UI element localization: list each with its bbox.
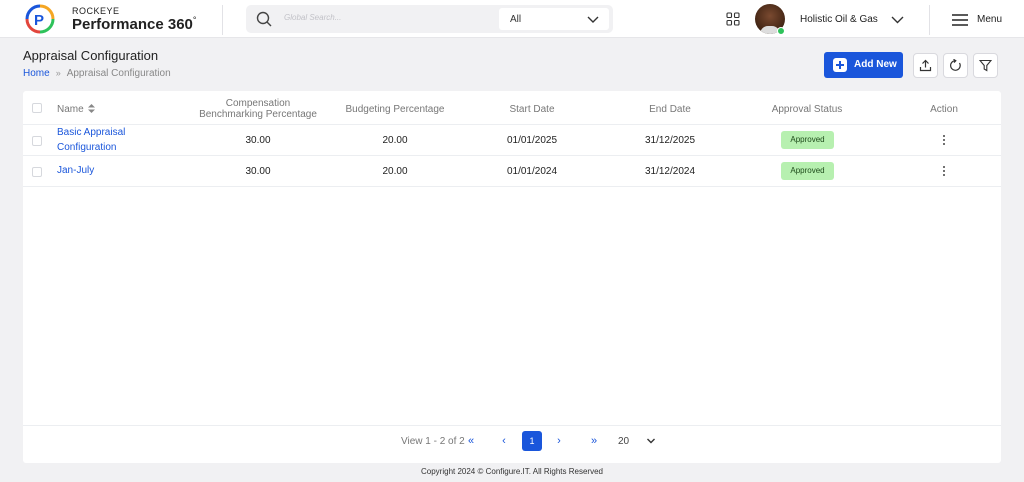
- appraisal-table-card: Name Compensation Benchmarking Percentag…: [23, 91, 1001, 463]
- pagination-summary: View 1 - 2 of 2: [401, 436, 465, 447]
- last-page-button[interactable]: »: [586, 433, 602, 449]
- apps-grid-icon[interactable]: [726, 12, 740, 26]
- breadcrumb-separator: »: [55, 68, 61, 78]
- page-1-button[interactable]: 1: [522, 431, 542, 451]
- page-size-select[interactable]: 20: [618, 436, 629, 447]
- menu-button[interactable]: Menu: [952, 12, 1012, 28]
- column-name-label: Name: [57, 104, 84, 115]
- header-divider: [929, 5, 930, 35]
- first-page-button[interactable]: «: [463, 433, 479, 449]
- page-title: Appraisal Configuration: [23, 48, 159, 63]
- start-date-cell: 01/01/2024: [506, 166, 558, 177]
- add-new-button[interactable]: Add New: [824, 52, 903, 78]
- column-header-action: Action: [930, 104, 958, 115]
- start-date-cell: 01/01/2025: [506, 135, 558, 146]
- appraisal-name-line1: Basic Appraisal: [57, 127, 126, 138]
- column-header-approval-status: Approval Status: [771, 104, 843, 115]
- budgeting-cell: 20.00: [382, 166, 408, 177]
- end-date-cell: 31/12/2024: [644, 166, 696, 177]
- column-header-start-date: Start Date: [509, 104, 555, 115]
- pagination-divider: [23, 425, 1001, 426]
- search-scope-select[interactable]: All: [499, 8, 609, 30]
- end-date-cell: 31/12/2025: [644, 135, 696, 146]
- column-compensation-line2: Benchmarking Percentage: [199, 109, 317, 120]
- online-status-dot: [777, 27, 785, 35]
- table-row: Basic Appraisal Configuration 30.00 20.0…: [23, 125, 1001, 156]
- top-bar: P ROCKEYE Performance 360° Global Search…: [0, 0, 1024, 38]
- svg-text:P: P: [34, 12, 44, 29]
- upload-icon: [919, 59, 932, 72]
- plus-icon: [833, 58, 847, 72]
- column-header-compensation: Compensation Benchmarking Percentage: [193, 98, 323, 120]
- prev-page-button[interactable]: ‹: [496, 433, 512, 449]
- column-compensation-line1: Compensation: [225, 98, 291, 109]
- add-new-label: Add New: [854, 59, 897, 70]
- brand-name-text: Performance 360: [72, 16, 193, 33]
- hamburger-icon: [952, 14, 968, 26]
- status-badge: Approved: [781, 162, 834, 180]
- status-badge: Approved: [781, 131, 834, 149]
- breadcrumb: Home » Appraisal Configuration: [23, 68, 171, 79]
- global-search: Global Search... All: [246, 5, 613, 33]
- filter-button[interactable]: [973, 53, 998, 78]
- header-divider: [222, 5, 223, 35]
- breadcrumb-current: Appraisal Configuration: [66, 68, 171, 79]
- select-all-checkbox[interactable]: [32, 103, 42, 113]
- compensation-cell: 30.00: [245, 135, 271, 146]
- breadcrumb-home-link[interactable]: Home: [23, 68, 50, 79]
- company-name[interactable]: Holistic Oil & Gas: [800, 14, 878, 25]
- table-row: Jan-July 30.00 20.00 01/01/2024 31/12/20…: [23, 156, 1001, 187]
- chevron-down-icon: [587, 16, 599, 23]
- compensation-cell: 30.00: [245, 166, 271, 177]
- budgeting-cell: 20.00: [382, 135, 408, 146]
- row-checkbox[interactable]: [32, 136, 42, 146]
- brand-name: Performance 360°: [72, 15, 197, 33]
- search-input[interactable]: Global Search...: [284, 13, 341, 22]
- row-actions-icon[interactable]: [942, 135, 946, 147]
- copyright-text: Copyright 2024 © Configure.IT. All Right…: [421, 467, 603, 476]
- refresh-icon: [950, 59, 961, 71]
- appraisal-name-link[interactable]: Jan-July: [57, 163, 94, 178]
- filter-icon: [979, 59, 992, 72]
- column-header-budgeting: Budgeting Percentage: [345, 104, 445, 115]
- search-icon[interactable]: [256, 11, 272, 27]
- row-checkbox[interactable]: [32, 167, 42, 177]
- column-header-name[interactable]: Name: [57, 104, 96, 115]
- next-page-button[interactable]: ›: [551, 433, 567, 449]
- table-header: Name Compensation Benchmarking Percentag…: [23, 91, 1001, 125]
- appraisal-name-link[interactable]: Basic Appraisal Configuration: [57, 125, 125, 155]
- menu-label: Menu: [977, 14, 1003, 25]
- chevron-down-icon[interactable]: [891, 13, 904, 26]
- search-scope-value: All: [510, 14, 522, 25]
- row-actions-icon[interactable]: [942, 166, 946, 178]
- brand-degree: °: [192, 15, 197, 25]
- export-button[interactable]: [913, 53, 938, 78]
- appraisal-name-line2: Configuration: [57, 142, 117, 153]
- column-header-end-date: End Date: [649, 104, 691, 115]
- chevron-down-icon[interactable]: [646, 436, 656, 446]
- refresh-button[interactable]: [943, 53, 968, 78]
- sort-icon: [88, 104, 96, 113]
- logo-icon[interactable]: P: [24, 4, 56, 34]
